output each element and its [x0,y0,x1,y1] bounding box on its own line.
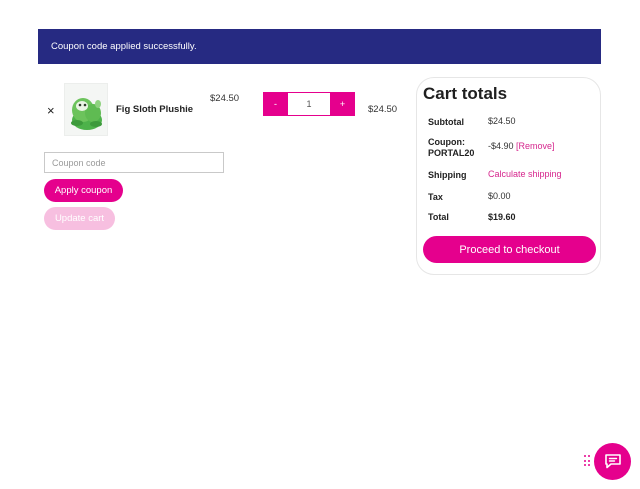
coupon-code-label: PORTAL20 [428,148,475,158]
coupon-discount: -$4.90 [Remove] [488,141,555,152]
product-subtotal: $24.50 [368,104,398,115]
coupon-label: Coupon: [428,137,465,147]
remove-coupon-link[interactable]: [Remove] [516,141,555,151]
proceed-to-checkout-button[interactable]: Proceed to checkout [423,236,596,263]
total-label: Total [428,212,449,222]
quantity-stepper: - + [263,92,355,116]
coupon-success-notice: Coupon code applied successfully. [38,29,601,64]
subtotal-label: Subtotal [428,117,464,127]
shipping-label: Shipping [428,170,467,180]
cart-totals-title: Cart totals [423,84,508,103]
calculate-shipping-link[interactable]: Calculate shipping [488,169,562,180]
coupon-discount-value: -$4.90 [488,141,514,151]
cart-totals-panel: Cart totals Subtotal $24.50 Coupon: PORT… [416,77,601,275]
subtotal-value: $24.50 [488,116,516,126]
quantity-increment-button[interactable]: + [330,92,355,116]
sloth-plush-image [71,98,102,130]
product-price: $24.50 [210,93,240,104]
total-value: $19.60 [488,212,516,222]
chat-launcher-button[interactable] [594,443,631,480]
chat-bubble-icon [604,454,621,469]
update-cart-button[interactable]: Update cart [44,207,115,230]
tax-label: Tax [428,192,443,202]
quantity-input[interactable] [288,92,330,116]
quantity-decrement-button[interactable]: - [263,92,288,116]
product-thumbnail[interactable] [64,83,108,136]
drag-handle-icon[interactable] [584,455,590,467]
remove-item-button[interactable]: × [47,104,55,117]
product-name[interactable]: Fig Sloth Plushie [116,104,193,115]
apply-coupon-button[interactable]: Apply coupon [44,179,123,202]
coupon-code-input[interactable] [44,152,224,173]
notice-message: Coupon code applied successfully. [51,41,197,52]
tax-value: $0.00 [488,191,511,201]
